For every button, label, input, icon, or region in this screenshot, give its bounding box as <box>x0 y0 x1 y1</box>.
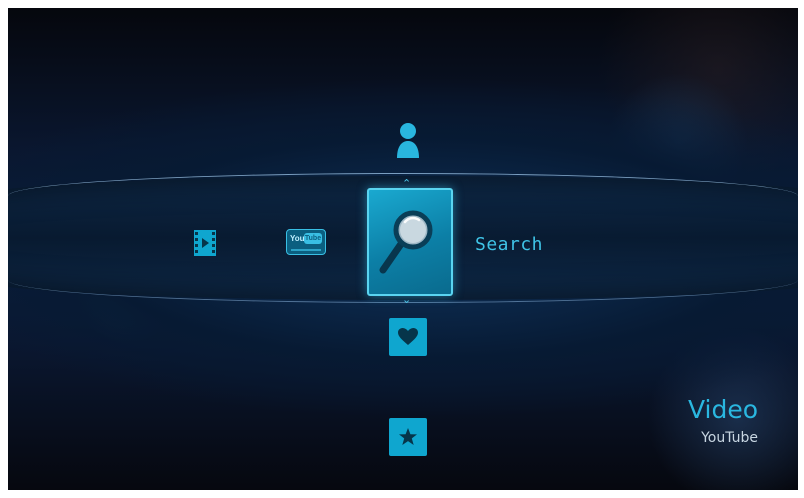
youtube-logo-right-text: Tube <box>304 233 322 244</box>
scroll-down-arrow[interactable]: ⌄ <box>402 294 411 305</box>
featured-menu-item[interactable] <box>389 418 427 456</box>
youtube-menu-item[interactable]: You Tube <box>286 229 326 255</box>
account-menu-item[interactable] <box>396 121 420 159</box>
star-icon <box>399 428 417 445</box>
search-menu-item-selected[interactable] <box>367 188 453 296</box>
favorites-menu-item[interactable] <box>389 318 427 356</box>
section-branding: Video YouTube <box>688 396 758 448</box>
youtube-logo-underline <box>291 249 321 251</box>
section-title: Video <box>687 395 758 424</box>
user-icon <box>397 123 419 158</box>
video-library-menu-item[interactable] <box>194 230 216 256</box>
youtube-logo-left-text: You <box>290 234 305 243</box>
film-play-icon <box>194 230 216 256</box>
media-player-screen: ⌃ You Tube Search ⌄ Video YouTube <box>8 8 798 490</box>
heart-icon <box>398 328 418 345</box>
section-subtitle: YouTube <box>701 430 758 446</box>
magnifier-icon <box>379 210 433 274</box>
selected-item-label: Search <box>475 234 544 255</box>
